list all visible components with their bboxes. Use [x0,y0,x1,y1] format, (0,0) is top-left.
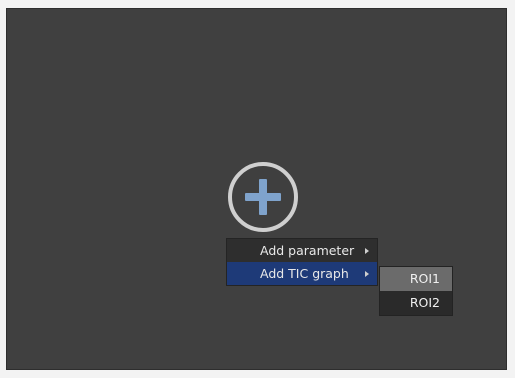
plus-icon-vertical [259,179,267,215]
menu-item-label: Add parameter [260,243,355,258]
menu-item-add-tic-graph[interactable]: Add TIC graph [227,262,377,285]
window-frame: Add parameter Add TIC graph ROI1 ROI2 [0,0,515,378]
submenu-roi: ROI1 ROI2 [379,266,453,316]
add-button[interactable] [228,162,298,232]
menu-item-label: Add TIC graph [260,266,349,281]
submenu-item-roi2[interactable]: ROI2 [380,291,452,315]
menu-item-add-parameter[interactable]: Add parameter [227,239,377,262]
context-menu: Add parameter Add TIC graph [226,238,378,286]
submenu-item-roi1[interactable]: ROI1 [380,267,452,291]
chevron-right-icon [365,271,369,277]
chevron-right-icon [365,248,369,254]
